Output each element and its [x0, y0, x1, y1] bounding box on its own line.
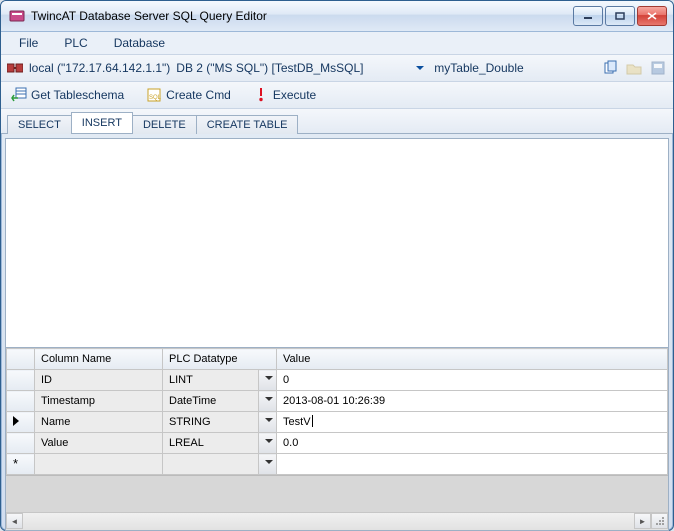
table-name-field[interactable]: myTable_Double	[434, 61, 544, 75]
copy-button[interactable]	[601, 59, 619, 77]
col-header-column-name[interactable]: Column Name	[35, 349, 163, 370]
maximize-button[interactable]	[605, 6, 635, 26]
grid-corner	[7, 349, 35, 370]
cell-column-name[interactable]: Timestamp	[35, 391, 163, 412]
tab-select[interactable]: SELECT	[7, 115, 72, 134]
chevron-down-icon	[265, 439, 273, 447]
menubar: File PLC Database	[1, 32, 673, 55]
tab-delete[interactable]: DELETE	[132, 115, 197, 134]
content-panel: Column Name PLC Datatype Value ID LINT 0	[5, 138, 669, 531]
database-dropdown-label: DB 2 ("MS SQL") [TestDB_MsSQL]	[176, 61, 363, 75]
grid-row: Value LREAL 0.0	[7, 433, 668, 454]
datatype-dropdown-button[interactable]	[259, 433, 277, 454]
current-row-indicator-icon	[13, 416, 19, 426]
datatype-dropdown-button[interactable]	[259, 412, 277, 433]
cell-value-editing[interactable]: TestV	[277, 412, 668, 433]
chevron-down-icon	[265, 418, 273, 426]
grid-empty-area	[6, 475, 668, 512]
get-tableschema-label: Get Tableschema	[31, 88, 124, 102]
parameters-grid: Column Name PLC Datatype Value ID LINT 0	[6, 347, 668, 530]
connection-toolbar: local ("172.17.64.142.1.1") DB 2 ("MS SQ…	[1, 55, 673, 82]
tab-create-table[interactable]: CREATE TABLE	[196, 115, 299, 134]
connection-icon	[7, 62, 23, 74]
sql-editor-area[interactable]	[6, 139, 668, 347]
row-header[interactable]	[7, 433, 35, 454]
col-header-plc-datatype[interactable]: PLC Datatype	[163, 349, 277, 370]
chevron-down-icon	[265, 376, 273, 384]
actions-toolbar: Get Tableschema SQL Create Cmd Execute	[1, 82, 673, 109]
datatype-dropdown-button[interactable]	[259, 454, 277, 475]
cell-plc-datatype[interactable]: DateTime	[163, 391, 259, 412]
scroll-right-button[interactable]: ►	[634, 513, 651, 529]
window-title: TwincAT Database Server SQL Query Editor	[31, 9, 573, 23]
col-header-value[interactable]: Value	[277, 349, 668, 370]
menu-database[interactable]: Database	[110, 34, 169, 52]
grid-row: Timestamp DateTime 2013-08-01 10:26:39	[7, 391, 668, 412]
horizontal-scrollbar[interactable]: ◄ ►	[6, 512, 668, 530]
minimize-button[interactable]	[573, 6, 603, 26]
cell-column-name[interactable]: ID	[35, 370, 163, 391]
new-row-icon: *	[13, 456, 18, 471]
cell-value-new[interactable]	[277, 454, 668, 475]
scroll-left-button[interactable]: ◄	[6, 513, 23, 529]
svg-text:SQL: SQL	[149, 95, 162, 101]
app-icon	[9, 8, 25, 24]
row-header-new[interactable]: *	[7, 454, 35, 475]
text-cursor	[312, 415, 313, 427]
create-cmd-label: Create Cmd	[166, 88, 231, 102]
cell-value[interactable]: 0	[277, 370, 668, 391]
open-button	[625, 59, 643, 77]
cell-plc-datatype-new[interactable]	[163, 454, 259, 475]
row-header[interactable]	[7, 391, 35, 412]
close-button[interactable]	[637, 6, 667, 26]
window-controls	[573, 6, 667, 26]
cell-plc-datatype[interactable]: LREAL	[163, 433, 259, 454]
execute-label: Execute	[273, 88, 316, 102]
row-header[interactable]	[7, 370, 35, 391]
grid-row: Name STRING TestV	[7, 412, 668, 433]
tableschema-icon	[11, 87, 27, 103]
cell-plc-datatype[interactable]: LINT	[163, 370, 259, 391]
get-tableschema-button[interactable]: Get Tableschema	[7, 85, 128, 105]
menu-file[interactable]: File	[15, 34, 42, 52]
chevron-down-icon	[265, 397, 273, 405]
cell-value[interactable]: 2013-08-01 10:26:39	[277, 391, 668, 412]
resize-grip[interactable]	[651, 513, 668, 529]
window-frame: TwincAT Database Server SQL Query Editor…	[0, 0, 674, 531]
create-cmd-button[interactable]: SQL Create Cmd	[142, 85, 235, 105]
create-cmd-icon: SQL	[146, 87, 162, 103]
grid-new-row: *	[7, 454, 668, 475]
execute-button[interactable]: Execute	[249, 85, 320, 105]
titlebar: TwincAT Database Server SQL Query Editor	[1, 1, 673, 32]
chevron-down-icon	[265, 460, 273, 468]
datatype-dropdown-button[interactable]	[259, 370, 277, 391]
execute-icon	[253, 87, 269, 103]
cell-plc-datatype[interactable]: STRING	[163, 412, 259, 433]
save-button	[649, 59, 667, 77]
menu-plc[interactable]: PLC	[60, 34, 91, 52]
sql-tabs: SELECT INSERT DELETE CREATE TABLE	[1, 109, 673, 134]
cell-column-name[interactable]: Name	[35, 412, 163, 433]
grid-row: ID LINT 0	[7, 370, 668, 391]
datatype-dropdown-button[interactable]	[259, 391, 277, 412]
tab-insert[interactable]: INSERT	[71, 112, 133, 133]
cell-value[interactable]: 0.0	[277, 433, 668, 454]
cell-column-name[interactable]: Value	[35, 433, 163, 454]
connection-label[interactable]: local ("172.17.64.142.1.1")	[29, 61, 170, 75]
database-dropdown[interactable]: DB 2 ("MS SQL") [TestDB_MsSQL]	[176, 58, 428, 78]
cell-value-text: TestV	[283, 416, 311, 428]
row-header-current[interactable]	[7, 412, 35, 433]
cell-column-name-new[interactable]	[35, 454, 163, 475]
